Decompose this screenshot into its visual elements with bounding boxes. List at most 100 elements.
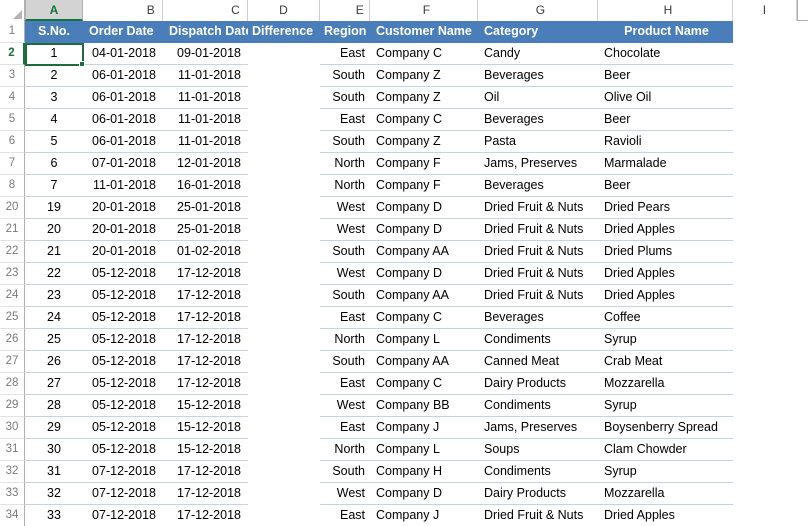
cell-D6[interactable] xyxy=(248,131,320,153)
cell-C24[interactable]: 17-12-2018 xyxy=(163,285,248,307)
cell-F7[interactable]: Company F xyxy=(370,153,478,175)
row-header-21[interactable]: 21 xyxy=(0,219,25,241)
cell-I27[interactable] xyxy=(733,351,797,373)
cell-H31[interactable]: Clam Chowder xyxy=(598,439,733,461)
cell-I31[interactable] xyxy=(733,439,797,461)
cell-G26[interactable]: Condiments xyxy=(478,329,598,351)
cell-B34[interactable]: 07-12-2018 xyxy=(83,505,163,526)
row-header-32[interactable]: 32 xyxy=(0,461,25,483)
row-header-4[interactable]: 4 xyxy=(0,87,25,109)
table-row[interactable]: 28 27 05-12-2018 17-12-2018 East Company C Dai… xyxy=(0,373,808,395)
row-header-30[interactable]: 30 xyxy=(0,417,25,439)
cell-B31[interactable]: 05-12-2018 xyxy=(83,439,163,461)
cell-F3[interactable]: Company Z xyxy=(370,65,478,87)
cell-H5[interactable]: Beer xyxy=(598,109,733,131)
cell-H1[interactable]: Product Name xyxy=(598,21,733,43)
cell-H34[interactable]: Dried Apples xyxy=(598,505,733,526)
cell-E8[interactable]: North xyxy=(320,175,370,197)
cell-H28[interactable]: Mozzarella xyxy=(598,373,733,395)
cell-G31[interactable]: Soups xyxy=(478,439,598,461)
cell-D20[interactable] xyxy=(248,197,320,219)
cell-G8[interactable]: Beverages xyxy=(478,175,598,197)
column-header-i[interactable]: I xyxy=(733,0,797,21)
cell-G7[interactable]: Jams, Preserves xyxy=(478,153,598,175)
header-row[interactable]: 1 S.No. Order Date Dispatch Date Difference R… xyxy=(0,21,808,43)
cell-C25[interactable]: 17-12-2018 xyxy=(163,307,248,329)
row-header-31[interactable]: 31 xyxy=(0,439,25,461)
cell-I32[interactable] xyxy=(733,461,797,483)
cell-E1[interactable]: Region xyxy=(320,21,370,43)
cell-E28[interactable]: East xyxy=(320,373,370,395)
cell-D28[interactable] xyxy=(248,373,320,395)
cell-I24[interactable] xyxy=(733,285,797,307)
table-row[interactable]: 6 5 06-01-2018 11-01-2018 South Company Z Past… xyxy=(0,131,808,153)
cell-H7[interactable]: Marmalade xyxy=(598,153,733,175)
cell-B27[interactable]: 05-12-2018 xyxy=(83,351,163,373)
cell-B30[interactable]: 05-12-2018 xyxy=(83,417,163,439)
cell-D21[interactable] xyxy=(248,219,320,241)
cell-A30[interactable]: 29 xyxy=(25,417,83,439)
cell-H30[interactable]: Boysenberry Spread xyxy=(598,417,733,439)
table-row[interactable]: 24 23 05-12-2018 17-12-2018 South Company AA D… xyxy=(0,285,808,307)
table-row[interactable]: 26 25 05-12-2018 17-12-2018 North Company L Co… xyxy=(0,329,808,351)
row-header-3[interactable]: 3 xyxy=(0,65,25,87)
cell-H6[interactable]: Ravioli xyxy=(598,131,733,153)
cell-E30[interactable]: East xyxy=(320,417,370,439)
cell-G22[interactable]: Dried Fruit & Nuts xyxy=(478,241,598,263)
cell-C27[interactable]: 17-12-2018 xyxy=(163,351,248,373)
cell-I3[interactable] xyxy=(733,65,797,87)
cell-H4[interactable]: Olive Oil xyxy=(598,87,733,109)
table-row[interactable]: 23 22 05-12-2018 17-12-2018 West Company D Dri… xyxy=(0,263,808,285)
cell-C21[interactable]: 25-01-2018 xyxy=(163,219,248,241)
table-row[interactable]: 31 30 05-12-2018 15-12-2018 North Company L So… xyxy=(0,439,808,461)
cell-B8[interactable]: 11-01-2018 xyxy=(83,175,163,197)
cell-F27[interactable]: Company AA xyxy=(370,351,478,373)
cell-E20[interactable]: West xyxy=(320,197,370,219)
cell-H2[interactable]: Chocolate xyxy=(598,43,733,65)
cell-G21[interactable]: Dried Fruit & Nuts xyxy=(478,219,598,241)
cell-A3[interactable]: 2 xyxy=(25,65,83,87)
cell-I28[interactable] xyxy=(733,373,797,395)
cell-E22[interactable]: South xyxy=(320,241,370,263)
cell-I4[interactable] xyxy=(733,87,797,109)
cell-A5[interactable]: 4 xyxy=(25,109,83,131)
cell-E27[interactable]: South xyxy=(320,351,370,373)
cell-A22[interactable]: 21 xyxy=(25,241,83,263)
cell-I25[interactable] xyxy=(733,307,797,329)
cell-D32[interactable] xyxy=(248,461,320,483)
cell-D30[interactable] xyxy=(248,417,320,439)
cell-A32[interactable]: 31 xyxy=(25,461,83,483)
table-row[interactable]: 34 33 07-12-2018 17-12-2018 East Company J Dri… xyxy=(0,505,808,526)
cell-H29[interactable]: Syrup xyxy=(598,395,733,417)
cell-A2[interactable]: 1 xyxy=(25,43,83,65)
row-header-1[interactable]: 1 xyxy=(0,21,25,43)
cell-C31[interactable]: 15-12-2018 xyxy=(163,439,248,461)
cell-A33[interactable]: 32 xyxy=(25,483,83,505)
cell-I33[interactable] xyxy=(733,483,797,505)
table-row[interactable]: 2 1 04-01-2018 09-01-2018 East Company C Candy… xyxy=(0,43,808,65)
cell-F22[interactable]: Company AA xyxy=(370,241,478,263)
cell-I29[interactable] xyxy=(733,395,797,417)
row-header-33[interactable]: 33 xyxy=(0,483,25,505)
cell-G6[interactable]: Pasta xyxy=(478,131,598,153)
cell-E7[interactable]: North xyxy=(320,153,370,175)
table-row[interactable]: 8 7 11-01-2018 16-01-2018 North Company F Beve… xyxy=(0,175,808,197)
column-header-c[interactable]: C xyxy=(163,0,248,21)
cell-C6[interactable]: 11-01-2018 xyxy=(163,131,248,153)
cell-C5[interactable]: 11-01-2018 xyxy=(163,109,248,131)
cell-G20[interactable]: Dried Fruit & Nuts xyxy=(478,197,598,219)
cell-G32[interactable]: Condiments xyxy=(478,461,598,483)
cell-F2[interactable]: Company C xyxy=(370,43,478,65)
row-header-29[interactable]: 29 xyxy=(0,395,25,417)
cell-I20[interactable] xyxy=(733,197,797,219)
cell-F1[interactable]: Customer Name xyxy=(370,21,478,43)
cell-D4[interactable] xyxy=(248,87,320,109)
cell-H33[interactable]: Mozzarella xyxy=(598,483,733,505)
cell-I34[interactable] xyxy=(733,505,797,526)
table-row[interactable]: 3 2 06-01-2018 11-01-2018 South Company Z Beve… xyxy=(0,65,808,87)
cell-G24[interactable]: Dried Fruit & Nuts xyxy=(478,285,598,307)
row-header-27[interactable]: 27 xyxy=(0,351,25,373)
cell-C4[interactable]: 11-01-2018 xyxy=(163,87,248,109)
cell-H23[interactable]: Dried Apples xyxy=(598,263,733,285)
table-row[interactable]: 20 19 20-01-2018 25-01-2018 West Company D Dri… xyxy=(0,197,808,219)
